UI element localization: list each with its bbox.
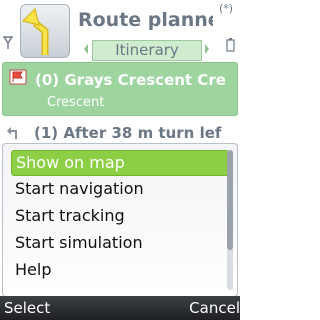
softkey-bar: Select Cancel xyxy=(0,296,240,320)
title-bar: Route planner Itinerary (*) xyxy=(0,0,240,62)
menu-item-help[interactable]: Help xyxy=(11,258,227,282)
flag-icon xyxy=(9,69,27,85)
cancel-softkey[interactable]: Cancel xyxy=(156,296,240,320)
page-title: Route planner xyxy=(78,9,213,31)
tab-itinerary[interactable]: Itinerary xyxy=(92,40,202,61)
tab-right-arrow-icon[interactable] xyxy=(204,43,210,55)
select-softkey[interactable]: Select xyxy=(4,296,84,320)
menu-item-show-on-map[interactable]: Show on map xyxy=(11,150,229,176)
menu-item-start-tracking[interactable]: Start tracking xyxy=(11,204,227,228)
menu-scroll-thumb[interactable] xyxy=(227,150,233,250)
menu-item-start-navigation[interactable]: Start navigation xyxy=(11,177,227,201)
list-item-title: (0) Grays Crescent Cre xyxy=(35,71,226,89)
bluetooth-icon: (*) xyxy=(218,2,234,15)
menu-item-start-simulation[interactable]: Start simulation xyxy=(11,231,227,255)
list-item-title: (1) After 38 m turn lef xyxy=(34,124,222,142)
battery-icon xyxy=(226,38,235,52)
turn-left-icon xyxy=(7,127,17,139)
tab-left-arrow-icon[interactable] xyxy=(83,43,89,55)
signal-strength-icon xyxy=(3,36,13,49)
options-menu: Show on map Start navigation Start track… xyxy=(2,143,238,297)
menu-scrollbar[interactable] xyxy=(227,150,233,290)
list-item[interactable]: (0) Grays Crescent Cre Crescent xyxy=(2,62,238,116)
route-planner-app-icon xyxy=(20,4,70,58)
list-item-subtitle: Crescent xyxy=(47,95,105,110)
